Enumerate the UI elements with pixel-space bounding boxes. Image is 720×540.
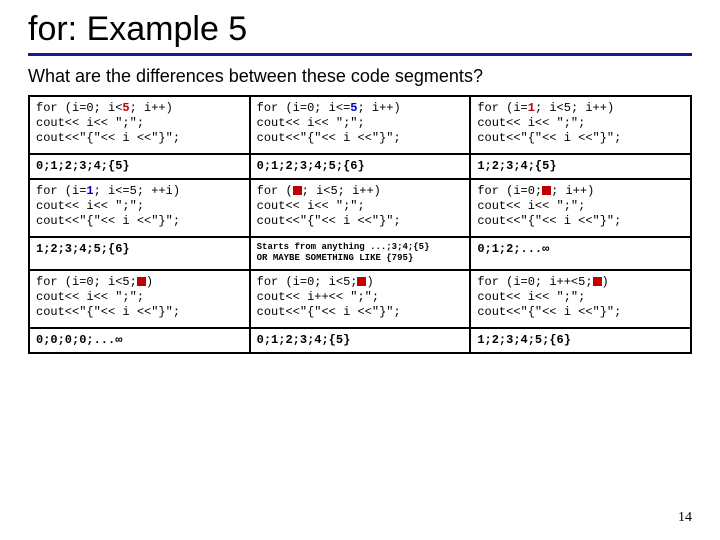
output-cell: 1;2;3;4;5;{6} [470, 328, 691, 353]
page-number: 14 [678, 510, 692, 526]
code-cell: for (i=0; i<5;) cout<< i<< ";";cout<<"{"… [29, 270, 250, 328]
output-cell: 0;1;2;3;4;{5} [29, 154, 250, 179]
output-cell: 0;1;2;3;4;{5} [250, 328, 471, 353]
slide: for: Example 5 What are the differences … [0, 0, 720, 354]
code-cell: for (i=0; i<=5; i++) cout<< i<< ";";cout… [250, 96, 471, 154]
code-cell: for (i=0;; i++) cout<< i<< ";";cout<<"{"… [470, 179, 691, 237]
slide-title: for: Example 5 [28, 10, 692, 49]
code-comparison-table: for (i=0; i<5; i++) cout<< i<< ";";cout<… [28, 95, 692, 354]
code-cell: for (; i<5; i++) cout<< i<< ";";cout<<"{… [250, 179, 471, 237]
output-cell: 0;1;2;3;4;5;{6} [250, 154, 471, 179]
code-cell: for (i=0; i<5;) cout<< i++<< ";"; cout<<… [250, 270, 471, 328]
output-cell: 0;1;2;...∞ [470, 237, 691, 270]
output-cell: 1;2;3;4;{5} [470, 154, 691, 179]
code-cell: for (i=0; i++<5;) cout<< i<< ";";cout<<"… [470, 270, 691, 328]
output-cell: 0;0;0;0;...∞ [29, 328, 250, 353]
title-underline [28, 53, 692, 56]
output-cell: Starts from anything ...;3;4;{5}OR MAYBE… [250, 237, 471, 270]
output-cell: 1;2;3;4;5;{6} [29, 237, 250, 270]
slide-subtitle: What are the differences between these c… [28, 66, 692, 87]
code-cell: for (i=1; i<5; i++) cout<< i<< ";";cout<… [470, 96, 691, 154]
code-cell: for (i=0; i<5; i++) cout<< i<< ";";cout<… [29, 96, 250, 154]
code-cell: for (i=1; i<=5; ++i) cout<< i<< ";";cout… [29, 179, 250, 237]
